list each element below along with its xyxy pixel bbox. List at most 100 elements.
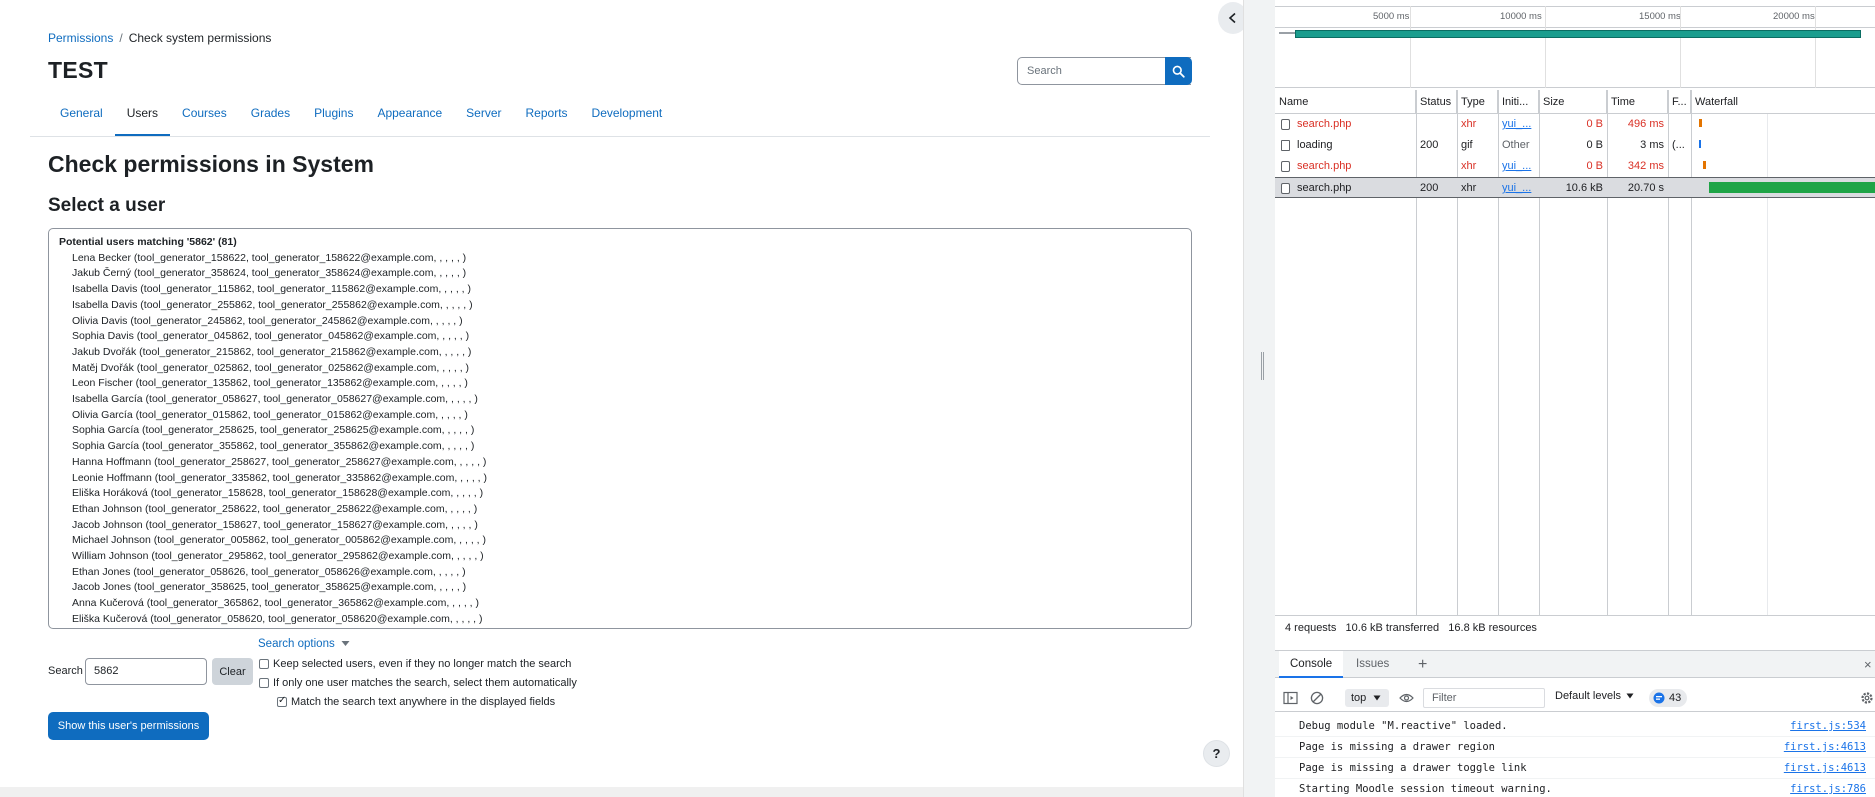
user-option[interactable]: Isabella Davis (tool_generator_115862, t…: [59, 282, 1181, 298]
console-filter-input[interactable]: Filter: [1423, 688, 1545, 708]
overview-tick: 20000 ms: [1773, 11, 1815, 22]
summary-requests: 4 requests: [1285, 622, 1337, 634]
user-option[interactable]: Jakub Dvořák (tool_generator_215862, too…: [59, 345, 1181, 361]
request-fulfilled-text: (...: [1672, 139, 1685, 151]
tab-grades[interactable]: Grades: [239, 100, 302, 137]
user-option[interactable]: Anna Kučerová (tool_generator_365862, to…: [59, 596, 1181, 612]
user-option[interactable]: William Johnson (tool_generator_295862, …: [59, 549, 1181, 565]
column-initiator[interactable]: Initi...: [1498, 90, 1539, 114]
tab-general[interactable]: General: [48, 100, 115, 137]
overview-tick: 10000 ms: [1500, 11, 1542, 22]
clear-search-button[interactable]: Clear: [212, 658, 253, 685]
user-option[interactable]: Olivia Davis (tool_generator_245862, too…: [59, 314, 1181, 330]
request-initiator[interactable]: yui_...: [1498, 178, 1539, 199]
user-option[interactable]: Leon Fischer (tool_generator_135862, too…: [59, 376, 1181, 392]
user-option[interactable]: Jacob Johnson (tool_generator_158627, to…: [59, 518, 1181, 534]
tab-development[interactable]: Development: [580, 100, 675, 137]
breadcrumb-permissions-link[interactable]: Permissions: [48, 31, 113, 45]
autoselect-checkbox[interactable]: [259, 678, 269, 688]
autoselect-option[interactable]: If only one user matches the search, sel…: [259, 677, 577, 689]
user-search-input[interactable]: 5862: [85, 658, 207, 685]
request-name-text: search.php: [1297, 182, 1352, 194]
log-levels-dropdown[interactable]: Default levels: [1555, 690, 1634, 702]
overview-gridline: [1815, 6, 1816, 88]
match-anywhere-checkbox[interactable]: [277, 695, 287, 707]
user-option[interactable]: Sophia García (tool_generator_355862, to…: [59, 439, 1181, 455]
column-status[interactable]: Status: [1416, 90, 1457, 114]
column-fulfilled[interactable]: F...: [1668, 90, 1691, 114]
user-option[interactable]: Hanna Hoffmann (tool_generator_258627, t…: [59, 455, 1181, 471]
user-select-list[interactable]: Potential users matching '5862' (81) Len…: [48, 228, 1192, 629]
close-drawer-icon[interactable]: ×: [1853, 651, 1875, 678]
keep-selected-checkbox[interactable]: [259, 659, 269, 669]
tab-users[interactable]: Users: [114, 100, 171, 137]
issues-badge[interactable]: 43: [1649, 689, 1688, 707]
request-type: xhr: [1457, 178, 1498, 199]
request-initiator-text: yui_...: [1502, 182, 1532, 194]
console-message-source-link[interactable]: first.js:534: [1790, 716, 1866, 737]
user-option[interactable]: Leonie Hoffmann (tool_generator_335862, …: [59, 471, 1181, 487]
user-option[interactable]: Isabella Davis (tool_generator_255862, t…: [59, 298, 1181, 314]
user-option[interactable]: Eliška Horáková (tool_generator_158628, …: [59, 486, 1181, 502]
context-selector[interactable]: top: [1345, 689, 1389, 707]
column-waterfall[interactable]: Waterfall: [1691, 90, 1875, 114]
user-option[interactable]: Lena Becker (tool_generator_158622, tool…: [59, 251, 1181, 267]
console-message-text: Debug module "M.reactive" loaded.: [1299, 720, 1508, 732]
request-time-text: 3 ms: [1640, 139, 1664, 151]
user-option[interactable]: Sophia Davis (tool_generator_045862, too…: [59, 329, 1181, 345]
user-option[interactable]: Jakub Černý (tool_generator_358624, tool…: [59, 266, 1181, 282]
user-option[interactable]: Matěj Dvořák (tool_generator_025862, too…: [59, 361, 1181, 377]
network-request-row[interactable]: search.php xhr yui_... 0 B 496 ms: [1275, 114, 1875, 135]
console-message-source-link[interactable]: first.js:4613: [1784, 737, 1866, 758]
horizontal-scrollbar[interactable]: [0, 787, 1243, 797]
network-overview[interactable]: 5000 ms 10000 ms 15000 ms 20000 ms: [1275, 0, 1875, 88]
user-option[interactable]: Ethan Jones (tool_generator_058626, tool…: [59, 565, 1181, 581]
clear-console-icon[interactable]: [1310, 691, 1324, 705]
keep-selected-option[interactable]: Keep selected users, even if they no lon…: [259, 658, 571, 670]
tab-console[interactable]: Console: [1279, 651, 1344, 678]
tab-appearance[interactable]: Appearance: [365, 100, 454, 137]
user-option[interactable]: Michael Johnson (tool_generator_005862, …: [59, 533, 1181, 549]
tab-server[interactable]: Server: [454, 100, 513, 137]
console-message-source-link[interactable]: first.js:4613: [1784, 758, 1866, 779]
user-option[interactable]: Eliška Kučerová (tool_generator_058620, …: [59, 612, 1181, 628]
show-permissions-button[interactable]: Show this user's permissions: [48, 712, 209, 740]
column-time[interactable]: Time: [1607, 90, 1668, 114]
column-size[interactable]: Size: [1539, 90, 1607, 114]
caret-down-icon: [1373, 695, 1381, 701]
caret-down-icon: [1626, 693, 1634, 699]
user-option[interactable]: Isabella García (tool_generator_058627, …: [59, 392, 1181, 408]
waterfall-bar: [1709, 182, 1875, 193]
devtools-splitter[interactable]: [1243, 0, 1275, 797]
column-type[interactable]: Type: [1457, 90, 1498, 114]
network-request-row[interactable]: search.php xhr yui_... 0 B 342 ms: [1275, 156, 1875, 177]
tab-courses[interactable]: Courses: [170, 100, 239, 137]
request-initiator[interactable]: Other: [1498, 135, 1539, 156]
request-initiator[interactable]: yui_...: [1498, 114, 1539, 135]
search-options-toggle[interactable]: Search options: [258, 638, 350, 650]
help-button[interactable]: ?: [1203, 740, 1230, 767]
user-option[interactable]: Olivia García (tool_generator_015862, to…: [59, 408, 1181, 424]
drawer-collapse-button[interactable]: [1218, 2, 1243, 34]
header-search-button[interactable]: [1165, 57, 1192, 85]
console-message-source-link[interactable]: first.js:786: [1790, 779, 1866, 797]
tab-reports[interactable]: Reports: [514, 100, 580, 137]
tab-plugins[interactable]: Plugins: [302, 100, 365, 137]
request-status: 200: [1416, 135, 1457, 156]
user-option[interactable]: Sophia García (tool_generator_258625, to…: [59, 423, 1181, 439]
sidebar-toggle-icon[interactable]: [1283, 691, 1298, 705]
column-name[interactable]: Name: [1275, 90, 1416, 114]
network-request-row[interactable]: loading 200 gif Other 0 B 3 ms (...: [1275, 135, 1875, 156]
gear-icon[interactable]: [1860, 691, 1874, 705]
add-tab-button[interactable]: +: [1407, 651, 1438, 678]
request-type-text: xhr: [1461, 182, 1477, 194]
network-request-row[interactable]: search.php 200 xhr yui_... 10.6 kB 20.70 s: [1275, 177, 1875, 198]
request-initiator[interactable]: yui_...: [1498, 156, 1539, 177]
overview-gridline: [1680, 6, 1681, 88]
tab-issues[interactable]: Issues: [1345, 651, 1400, 678]
user-option[interactable]: Ethan Johnson (tool_generator_258622, to…: [59, 502, 1181, 518]
match-anywhere-option[interactable]: Match the search text anywhere in the di…: [277, 695, 555, 708]
eye-icon[interactable]: [1399, 692, 1414, 704]
overview-request-bar: [1295, 30, 1861, 38]
user-option[interactable]: Jacob Jones (tool_generator_358625, tool…: [59, 580, 1181, 596]
